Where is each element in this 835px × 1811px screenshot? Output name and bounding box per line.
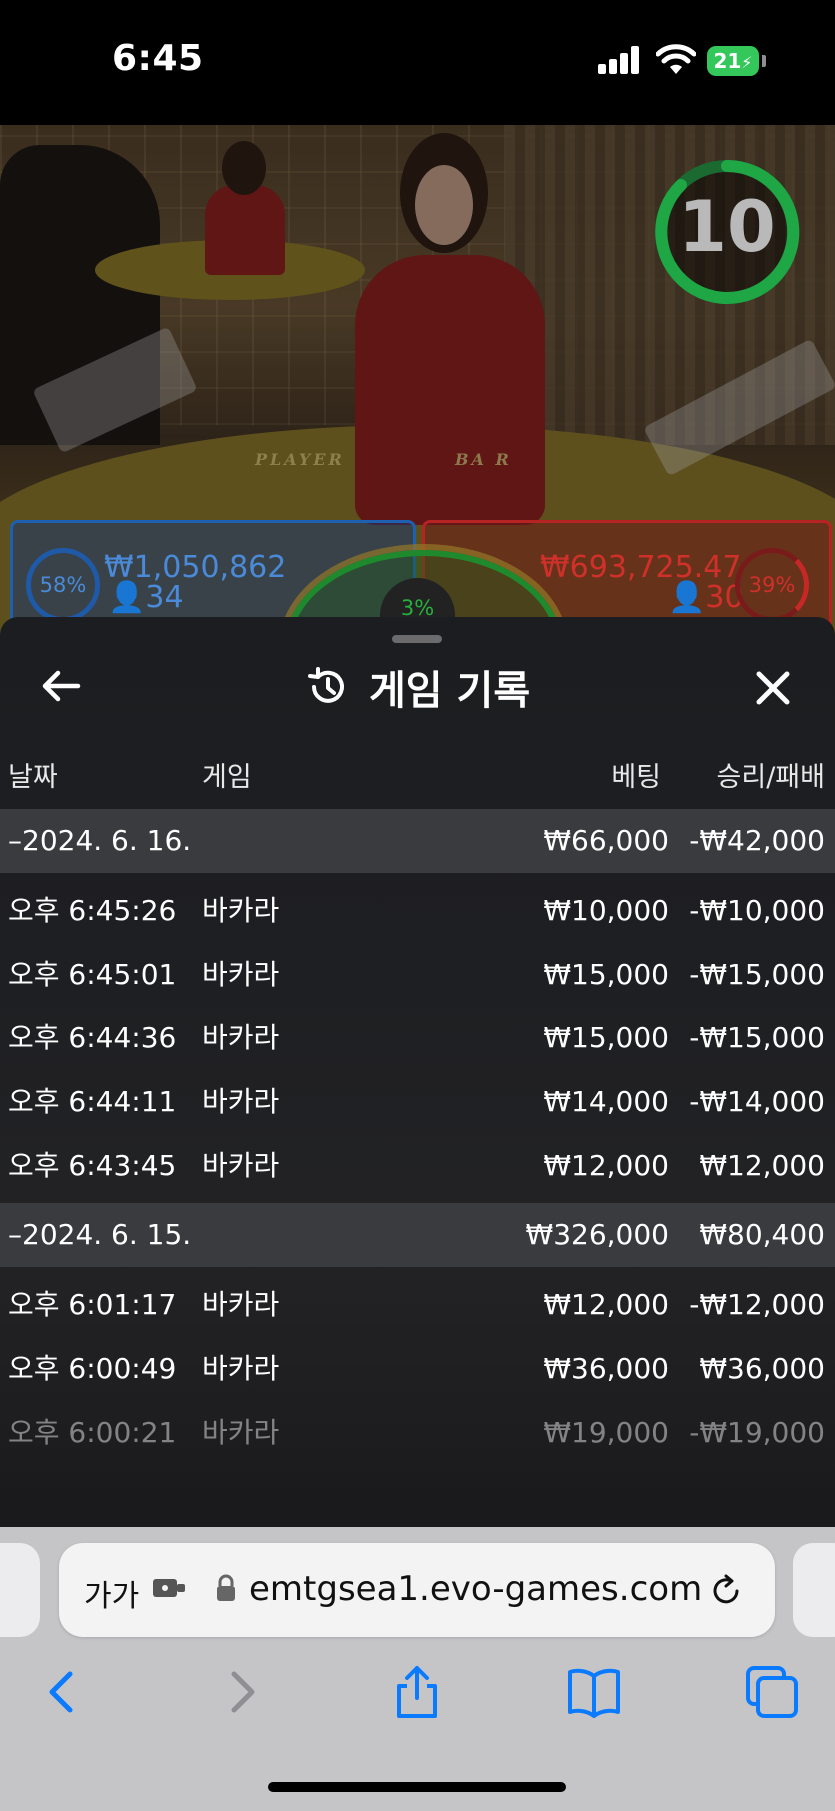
- battery-level: 21: [713, 49, 742, 73]
- text-size-button[interactable]: 가가: [84, 1571, 139, 1615]
- banker-count: 👤30: [668, 580, 744, 615]
- row-bet: ₩19,000: [543, 1415, 669, 1449]
- row-win-loss: -₩14,000: [689, 1085, 825, 1119]
- table-row[interactable]: 오후 6:44:11 바카라 ₩14,000 -₩14,000: [0, 1070, 835, 1134]
- table-row[interactable]: 오후 6:00:49 바카라 ₩36,000 ₩36,000: [0, 1337, 835, 1401]
- row-time: 오후 6:44:11: [8, 1085, 177, 1119]
- table-row[interactable]: 오후 6:43:45 바카라 ₩12,000 ₩12,000: [0, 1134, 835, 1198]
- day-win-loss-total: ₩80,400: [699, 1218, 825, 1252]
- row-win-loss: -₩15,000: [689, 957, 825, 991]
- battery-icon: 21⚡: [707, 46, 759, 76]
- day-win-loss-total: -₩42,000: [689, 824, 825, 857]
- person-icon: 👤: [108, 580, 146, 615]
- url-text: emtgsea1.evo-games.com: [249, 1569, 703, 1609]
- row-bet: ₩15,000: [543, 957, 669, 991]
- day-date: –2024. 6. 15.: [8, 1218, 192, 1252]
- row-game: 바카라: [202, 894, 280, 927]
- table-row[interactable]: 오후 6:45:26 바카라 ₩10,000 -₩10,000: [0, 879, 835, 943]
- table-row[interactable]: 오후 6:45:01 바카라 ₩15,000 -₩15,000: [0, 943, 835, 1007]
- row-bet: ₩12,000: [543, 1148, 669, 1182]
- address-bar[interactable]: 가가 emtgsea1.evo-games.com: [59, 1543, 775, 1637]
- table-row[interactable]: 오후 6:00:21 바카라 ₩19,000 -₩19,000: [0, 1401, 835, 1465]
- row-game: 바카라: [202, 1288, 280, 1322]
- row-win-loss: ₩12,000: [699, 1148, 825, 1182]
- home-indicator: [268, 1782, 566, 1792]
- row-win-loss: -₩19,000: [689, 1415, 825, 1449]
- row-time: 오후 6:00:21: [8, 1415, 177, 1449]
- wifi-icon: [656, 44, 696, 74]
- next-tab-preview[interactable]: [793, 1543, 835, 1637]
- close-icon[interactable]: [748, 663, 798, 713]
- row-time: 오후 6:45:01: [8, 957, 177, 991]
- row-time: 오후 6:00:49: [8, 1352, 177, 1386]
- forward-nav-icon[interactable]: [212, 1662, 272, 1722]
- row-bet: ₩12,000: [543, 1288, 669, 1322]
- back-nav-icon[interactable]: [32, 1662, 92, 1722]
- cellular-signal-icon: [598, 46, 642, 74]
- row-time: 오후 6:45:26: [8, 894, 177, 927]
- table-row[interactable]: 오후 6:44:36 바카라 ₩15,000 -₩15,000: [0, 1006, 835, 1070]
- row-game: 바카라: [202, 1085, 280, 1119]
- row-game: 바카라: [202, 957, 280, 991]
- row-game: 바카라: [202, 1021, 280, 1055]
- row-time: 오후 6:01:17: [8, 1288, 177, 1322]
- row-bet: ₩14,000: [543, 1085, 669, 1119]
- day-bet-total: ₩326,000: [525, 1218, 669, 1252]
- column-header-win-loss: 승리/패배: [716, 762, 825, 793]
- share-icon[interactable]: [387, 1662, 447, 1722]
- row-game: 바카라: [202, 1352, 280, 1386]
- row-win-loss: ₩36,000: [699, 1352, 825, 1386]
- reload-icon[interactable]: [709, 1571, 745, 1609]
- row-game: 바카라: [202, 1148, 280, 1182]
- tabs-icon[interactable]: [742, 1662, 802, 1722]
- status-bar: 6:45 21⚡: [0, 0, 835, 125]
- row-game: 바카라: [202, 1415, 280, 1449]
- sheet-title: 게임 기록: [305, 659, 530, 715]
- day-date: –2024. 6. 16.: [8, 824, 192, 857]
- extension-icon[interactable]: [151, 1573, 187, 1603]
- row-win-loss: -₩10,000: [689, 894, 825, 927]
- sheet-grabber[interactable]: [392, 635, 442, 643]
- player-count: 👤34: [108, 580, 184, 615]
- column-header-game: 게임: [202, 762, 252, 793]
- sheet-title-text: 게임 기록: [369, 668, 531, 714]
- day-summary-row[interactable]: –2024. 6. 15. ₩326,000 ₩80,400: [0, 1203, 835, 1268]
- row-bet: ₩15,000: [543, 1021, 669, 1055]
- row-bet: ₩36,000: [543, 1352, 669, 1386]
- row-bet: ₩10,000: [543, 894, 669, 927]
- row-win-loss: -₩15,000: [689, 1021, 825, 1055]
- person-icon: 👤: [668, 580, 706, 615]
- history-table: –2024. 6. 16. ₩66,000 -₩42,000 오후 6:45:2…: [0, 809, 835, 1465]
- status-time: 6:45: [112, 38, 204, 79]
- back-arrow-icon[interactable]: [38, 663, 84, 709]
- row-win-loss: -₩12,000: [689, 1288, 825, 1322]
- column-header-bet: 베팅: [611, 762, 661, 793]
- game-history-sheet: 게임 기록 날짜 게임 베팅 승리/패배 –2024. 6. 16. ₩66,0…: [0, 617, 835, 1527]
- bookmarks-icon[interactable]: [564, 1662, 624, 1722]
- column-header-date: 날짜: [8, 762, 58, 793]
- row-time: 오후 6:43:45: [8, 1148, 177, 1182]
- banker-percent: 39%: [735, 548, 809, 622]
- row-time: 오후 6:44:36: [8, 1021, 177, 1055]
- day-bet-total: ₩66,000: [543, 824, 669, 857]
- day-summary-row[interactable]: –2024. 6. 16. ₩66,000 -₩42,000: [0, 809, 835, 873]
- countdown-timer: 10: [678, 186, 776, 268]
- table-row[interactable]: 오후 6:01:17 바카라 ₩12,000 -₩12,000: [0, 1273, 835, 1337]
- lock-icon: [217, 1574, 235, 1601]
- history-icon: [308, 667, 344, 703]
- battery-nub: [762, 55, 766, 67]
- previous-tab-preview[interactable]: [0, 1543, 40, 1637]
- player-percent: 58%: [26, 548, 100, 622]
